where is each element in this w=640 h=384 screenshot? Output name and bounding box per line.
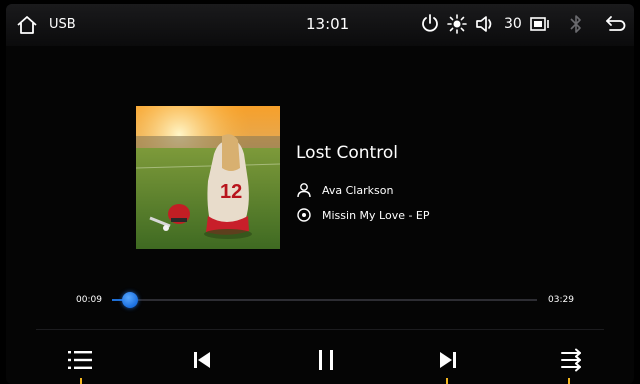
divider — [36, 329, 604, 330]
person-icon — [297, 183, 311, 198]
album-name: Missin My Love - EP — [322, 208, 430, 222]
next-button[interactable] — [428, 342, 468, 378]
pause-button[interactable] — [306, 342, 346, 378]
previous-track-icon — [194, 352, 210, 368]
artist-name: Ava Clarkson — [322, 183, 394, 197]
playlist-icon — [68, 351, 92, 369]
accent-mark — [568, 378, 570, 384]
album-art: 12 — [136, 106, 280, 249]
jersey-number: 12 — [220, 181, 242, 203]
home-icon[interactable] — [16, 14, 38, 36]
accent-mark — [446, 378, 448, 384]
total-time: 03:29 — [548, 295, 574, 305]
playlist-button[interactable] — [60, 342, 100, 378]
source-label[interactable]: USB — [49, 17, 76, 32]
volume-icon[interactable] — [474, 13, 498, 35]
disc-icon — [297, 208, 311, 222]
accent-mark — [80, 378, 82, 384]
progress-thumb[interactable] — [122, 292, 138, 308]
brightness-icon[interactable] — [446, 13, 468, 35]
progress-track[interactable] — [112, 292, 537, 308]
pause-icon — [319, 350, 333, 370]
track-title: Lost Control — [296, 143, 398, 163]
next-track-icon — [440, 352, 456, 368]
shuffle-button[interactable] — [552, 342, 592, 378]
album-row: Missin My Love - EP — [296, 207, 430, 223]
top-bar: USB 13:01 30 — [6, 4, 634, 46]
volume-level: 30 — [504, 16, 522, 32]
media-player-screen: USB 13:01 30 12 Lost Control Ava Clarkso… — [6, 4, 634, 384]
power-icon[interactable] — [420, 13, 440, 35]
clock: 13:01 — [306, 15, 350, 33]
shuffle-icon — [561, 348, 581, 372]
previous-button[interactable] — [182, 342, 222, 378]
bluetooth-icon[interactable] — [568, 13, 584, 35]
display-mode-icon[interactable] — [529, 13, 551, 35]
elapsed-time: 00:09 — [76, 295, 102, 305]
artist-row: Ava Clarkson — [296, 182, 393, 198]
back-icon[interactable] — [604, 13, 628, 35]
